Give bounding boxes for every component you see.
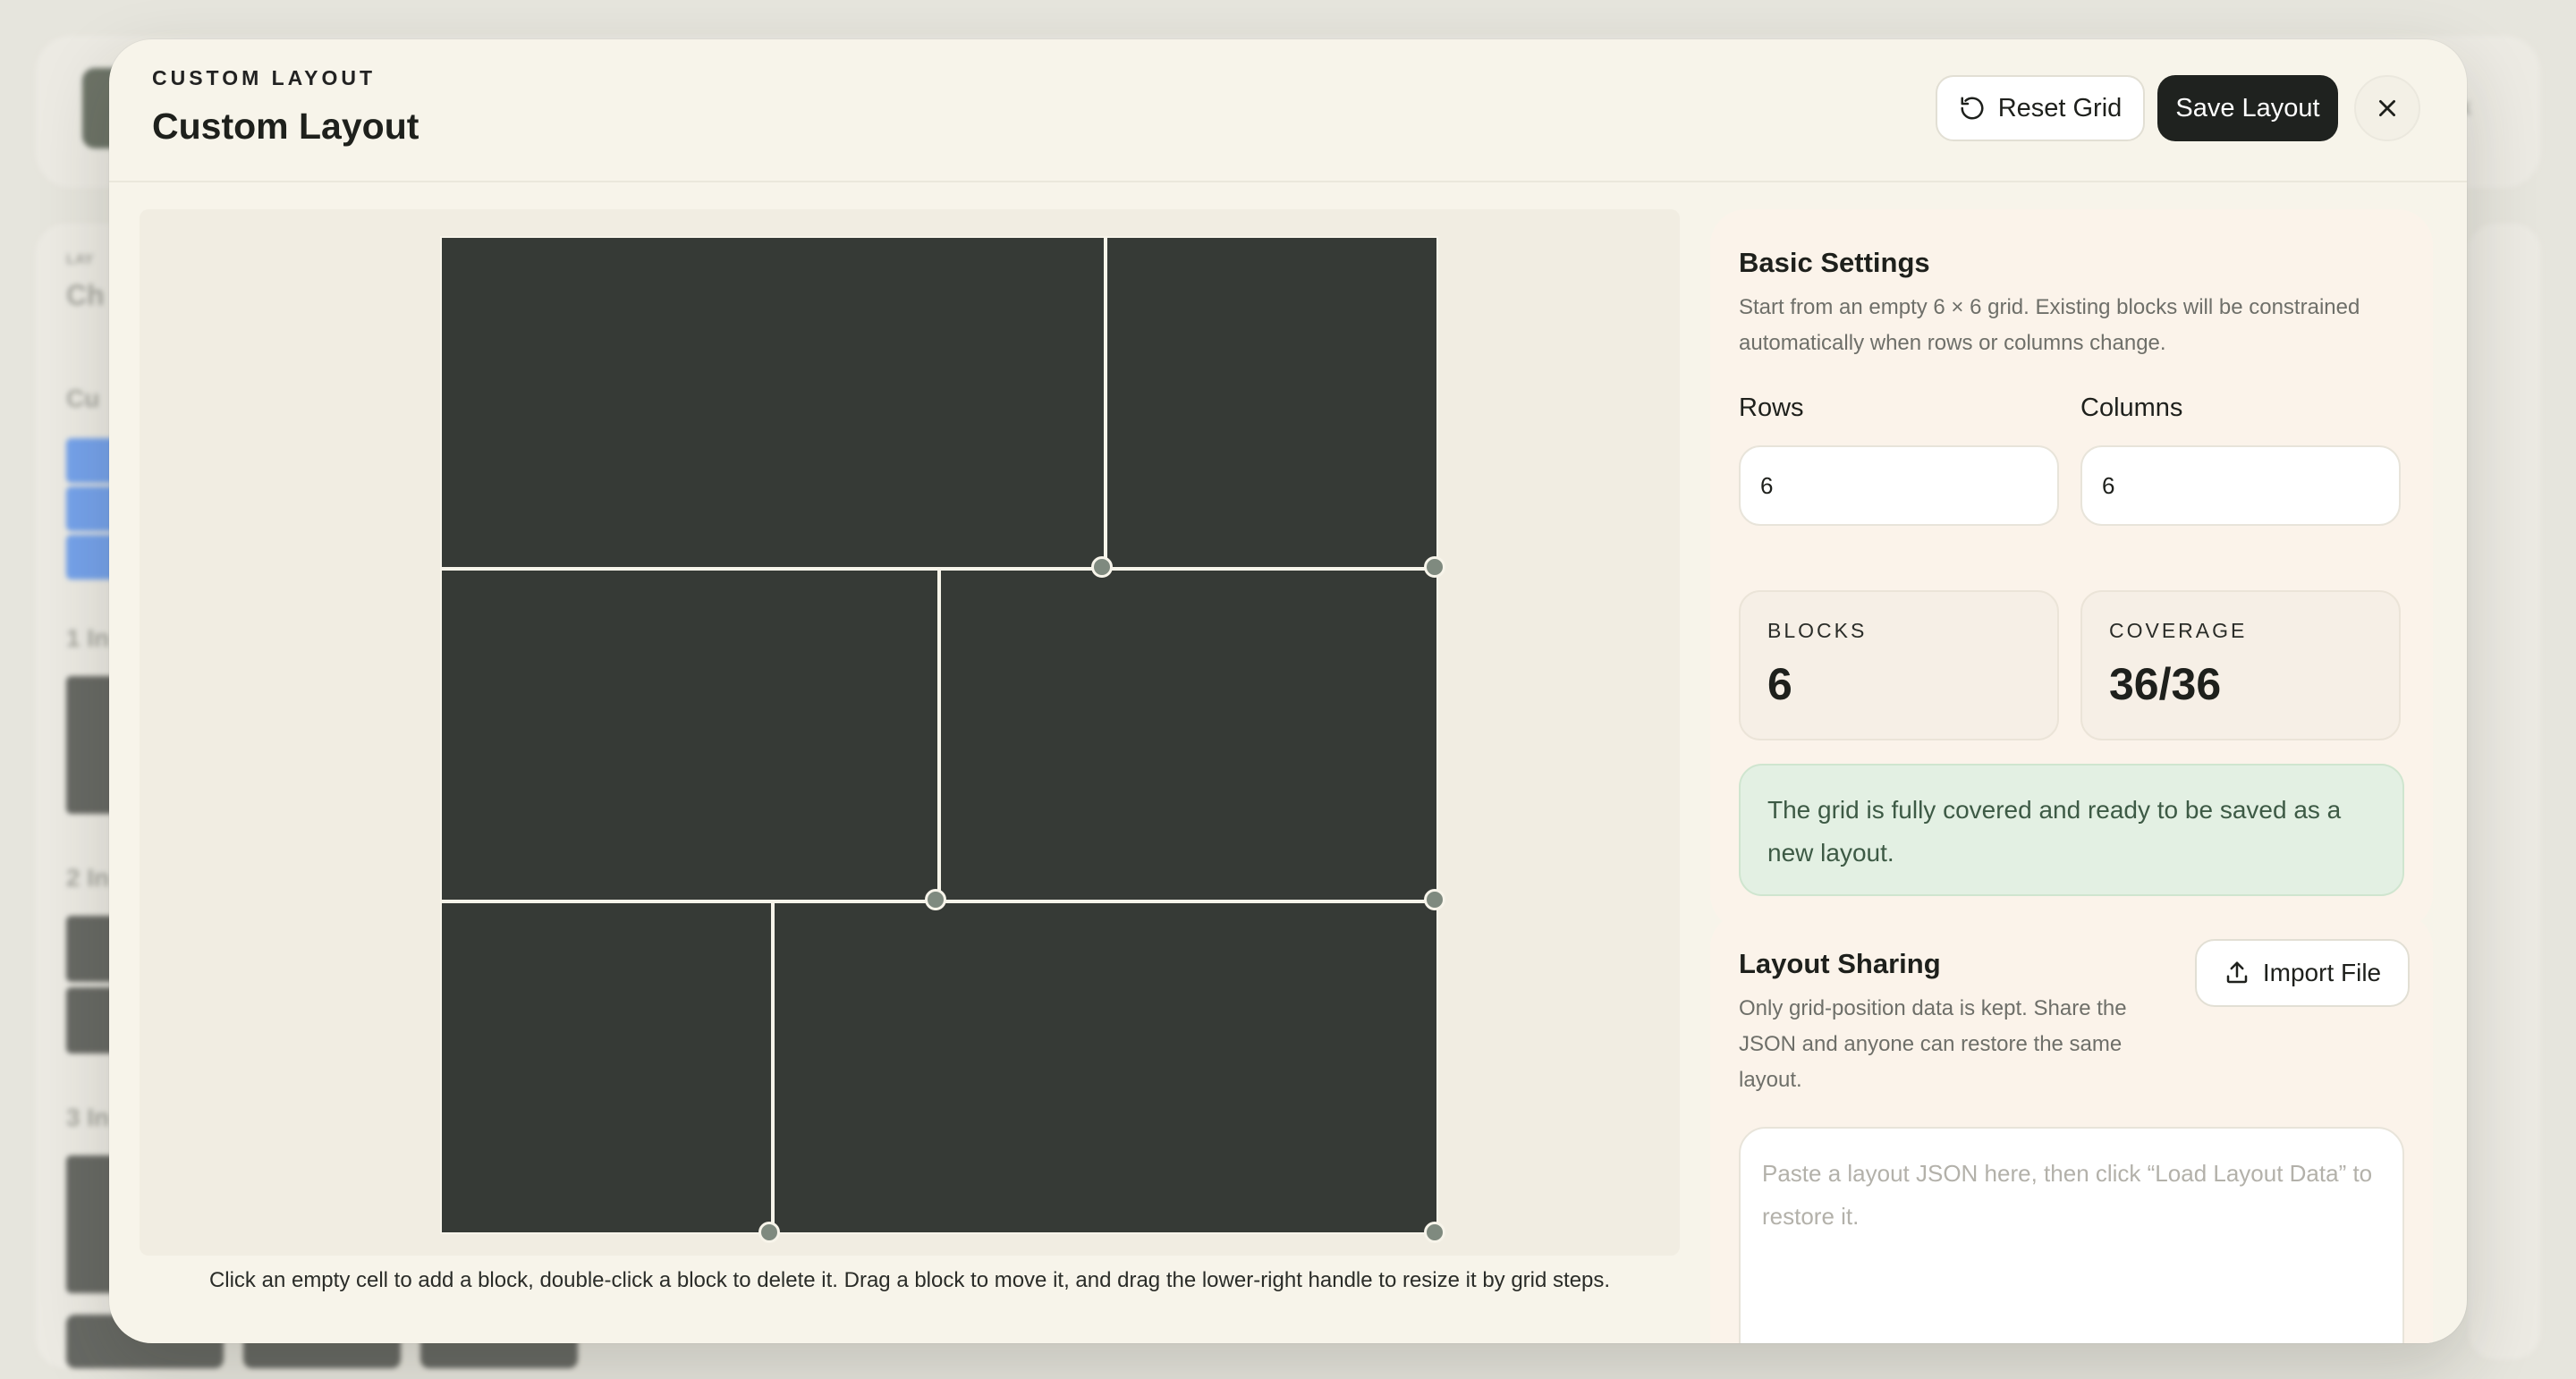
reset-grid-button[interactable]: Reset Grid: [1936, 75, 2145, 141]
resize-handle[interactable]: [758, 1222, 780, 1243]
coverage-stat-card: COVERAGE 36/36: [2080, 590, 2401, 740]
close-button[interactable]: [2354, 75, 2420, 141]
basic-settings-title: Basic Settings: [1739, 247, 1930, 278]
upload-icon: [2224, 960, 2250, 986]
resize-handle[interactable]: [1424, 1222, 1445, 1243]
resize-handle[interactable]: [1424, 889, 1445, 910]
dialog-title: Custom Layout: [152, 106, 419, 147]
coverage-stat-value: 36/36: [2109, 659, 2222, 709]
blocks-stat-label: BLOCKS: [1767, 619, 1868, 642]
layout-sharing-description: Only grid-position data is kept. Share t…: [1739, 996, 2127, 1092]
resize-handle[interactable]: [1091, 556, 1113, 578]
grid-editor: [140, 209, 1680, 1256]
layout-sharing-panel: Layout Sharing Only grid-position data i…: [1710, 912, 2433, 1343]
resize-handle[interactable]: [1424, 556, 1445, 578]
grid-block[interactable]: [440, 569, 939, 901]
import-file-button[interactable]: Import File: [2195, 939, 2410, 1007]
grid-block[interactable]: [440, 236, 1106, 569]
basic-settings-panel: Basic Settings Start from an empty 6 × 6…: [1710, 209, 2433, 930]
close-icon: [2376, 97, 2399, 120]
rows-label: Rows: [1739, 393, 1804, 422]
coverage-status-message: The grid is fully covered and ready to b…: [1739, 764, 2404, 896]
rows-input[interactable]: [1739, 445, 2059, 526]
dialog-header: CUSTOM LAYOUT Custom Layout Reset Grid S…: [109, 39, 2467, 182]
grid-block[interactable]: [440, 901, 773, 1234]
import-file-label: Import File: [2262, 959, 2382, 986]
layout-sharing-title: Layout Sharing: [1739, 948, 1941, 979]
dialog-eyebrow: CUSTOM LAYOUT: [152, 66, 377, 89]
grid-block[interactable]: [773, 901, 1438, 1234]
grid-board[interactable]: [440, 236, 1445, 1243]
coverage-stat-label: COVERAGE: [2109, 619, 2248, 642]
basic-settings-description: Start from an empty 6 × 6 grid. Existing…: [1739, 295, 2360, 355]
save-layout-button[interactable]: Save Layout: [2157, 75, 2338, 141]
rotate-ccw-icon: [1959, 95, 1986, 122]
grid-block[interactable]: [939, 569, 1438, 901]
grid-block[interactable]: [1106, 236, 1438, 569]
columns-label: Columns: [2080, 393, 2183, 422]
resize-handle[interactable]: [925, 889, 946, 910]
reset-grid-label: Reset Grid: [1997, 93, 2123, 123]
custom-layout-dialog: CUSTOM LAYOUT Custom Layout Reset Grid S…: [109, 39, 2467, 1343]
editor-hint: Click an empty cell to add a block, doub…: [208, 1268, 1611, 1292]
blocks-stat-value: 6: [1767, 659, 1792, 709]
layout-json-textarea[interactable]: [1739, 1127, 2404, 1343]
blocks-stat-card: BLOCKS 6: [1739, 590, 2059, 740]
columns-input[interactable]: [2080, 445, 2401, 526]
